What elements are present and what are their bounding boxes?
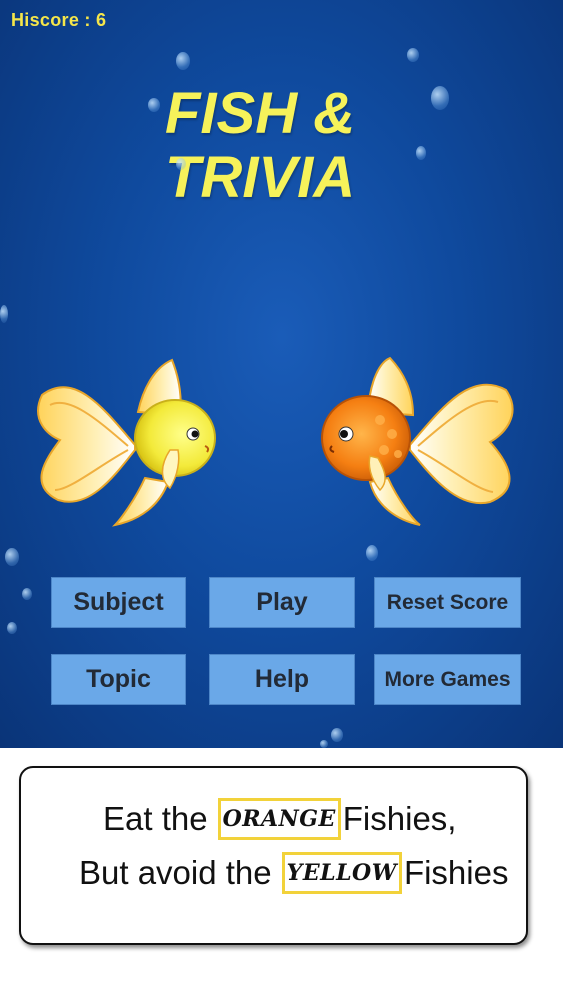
title-line-2: TRIVIA [165, 145, 356, 210]
bubble [22, 588, 32, 600]
game-area: Hiscore : 6 FISH & TRIVIA Subject Play R… [0, 0, 563, 748]
bubble [148, 98, 160, 112]
instructions-card: Eat the ORANGE Fishies, But avoid the YE… [19, 766, 528, 945]
subject-button[interactable]: Subject [51, 577, 186, 628]
instruction-text: Fishies [403, 854, 509, 891]
bubble [431, 86, 449, 110]
topic-button[interactable]: Topic [51, 654, 186, 705]
orange-tag: ORANGE [217, 798, 341, 840]
bubble [176, 158, 186, 170]
bubble [407, 48, 419, 62]
more-games-button[interactable]: More Games [374, 654, 521, 705]
yellow-fish-icon [37, 358, 216, 527]
hiscore-label: Hiscore : 6 [11, 10, 107, 30]
instruction-line-2: But avoid the YELLOW Fishies [79, 852, 508, 894]
instruction-line-1: Eat the ORANGE Fishies, [103, 798, 456, 840]
reset-score-button[interactable]: Reset Score [374, 577, 521, 628]
orange-fish-icon [321, 356, 514, 526]
bubble [416, 146, 426, 160]
bubble [0, 305, 8, 323]
help-button[interactable]: Help [209, 654, 355, 705]
bubble [366, 545, 378, 561]
bubble [176, 52, 190, 70]
bubble [331, 728, 343, 742]
yellow-tag: YELLOW [281, 852, 402, 894]
bubble [5, 548, 19, 566]
title-line-1: FISH & [165, 81, 356, 146]
game-title: FISH & TRIVIA [165, 82, 405, 210]
bubble [320, 740, 328, 748]
play-button[interactable]: Play [209, 577, 355, 628]
bubble [7, 622, 17, 634]
instruction-text: But avoid the [79, 854, 272, 891]
instruction-text: Eat the [103, 800, 208, 837]
instruction-text: Fishies, [342, 800, 457, 837]
